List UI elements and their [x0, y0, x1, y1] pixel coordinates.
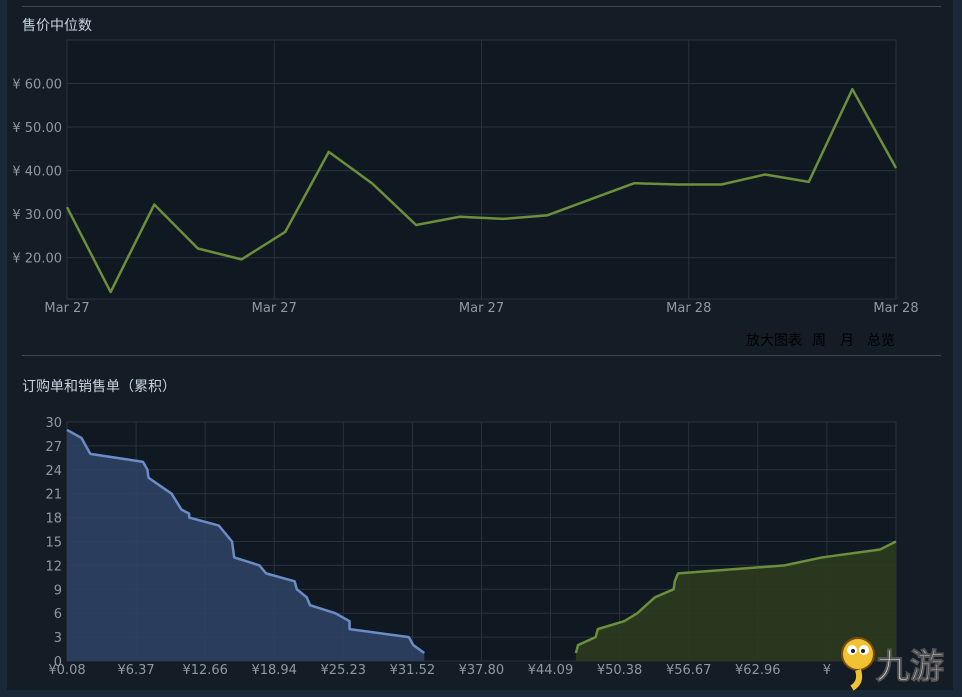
x-tick-label: ¥44.09	[528, 663, 574, 678]
y-tick-label: ¥ 30.00	[12, 208, 62, 223]
zoom-label: 放大图表	[746, 333, 802, 349]
y-tick-label: ¥ 40.00	[12, 165, 62, 180]
y-tick-label: 9	[54, 583, 62, 598]
y-tick-label: ¥ 60.00	[12, 78, 62, 93]
x-tick-label: ¥	[823, 663, 831, 678]
jiuyou-logo: 九游	[841, 637, 945, 691]
svg-text:九游: 九游	[876, 647, 944, 687]
x-tick-label: Mar 27	[44, 301, 89, 316]
x-tick-label: ¥18.94	[251, 663, 297, 678]
y-tick-label: 6	[54, 607, 62, 622]
y-tick-label: 12	[45, 559, 62, 574]
x-tick-label: Mar 27	[252, 301, 297, 316]
x-tick-label: ¥31.52	[390, 663, 436, 678]
median-price-chart: ¥ 60.00 ¥ 50.00 ¥ 40.00 ¥ 30.00 ¥ 20.00 Mar 2…	[12, 39, 919, 316]
x-tick-label: ¥0.08	[48, 663, 85, 678]
x-tick-label: Mar 27	[459, 301, 504, 316]
y-tick-label: 18	[45, 512, 62, 527]
x-tick-label: Mar 28	[873, 301, 918, 316]
orders-chart-title: 订购单和销售单（累积）	[22, 379, 176, 395]
y-tick-label: 27	[45, 440, 62, 455]
y-tick-label: ¥ 20.00	[12, 252, 62, 267]
zoom-all-button[interactable]: 总览	[867, 330, 895, 350]
x-tick-label: ¥37.80	[459, 663, 505, 678]
orders-depth-chart: 036912151821242730¥0.08 ¥6.37 ¥12.66 ¥18.94…	[45, 416, 897, 678]
y-tick-label: 15	[45, 536, 62, 551]
x-tick-label: ¥62.96	[735, 663, 781, 678]
y-tick-label: 21	[45, 488, 62, 503]
x-tick-label: ¥50.38	[597, 663, 643, 678]
x-tick-label: Mar 28	[666, 301, 711, 316]
y-tick-label: ¥ 50.00	[12, 121, 62, 136]
y-tick-label: 24	[45, 464, 62, 479]
middle-divider	[22, 355, 941, 356]
zoom-month-button[interactable]: 月	[840, 330, 854, 350]
y-tick-label: 3	[54, 631, 62, 646]
zoom-week-button[interactable]: 周	[812, 330, 826, 350]
x-tick-label: ¥56.67	[666, 663, 712, 678]
x-tick-label: ¥6.37	[117, 663, 154, 678]
x-tick-label: ¥25.23	[321, 663, 367, 678]
y-tick-label: 30	[45, 416, 62, 431]
x-tick-label: ¥12.66	[182, 663, 228, 678]
